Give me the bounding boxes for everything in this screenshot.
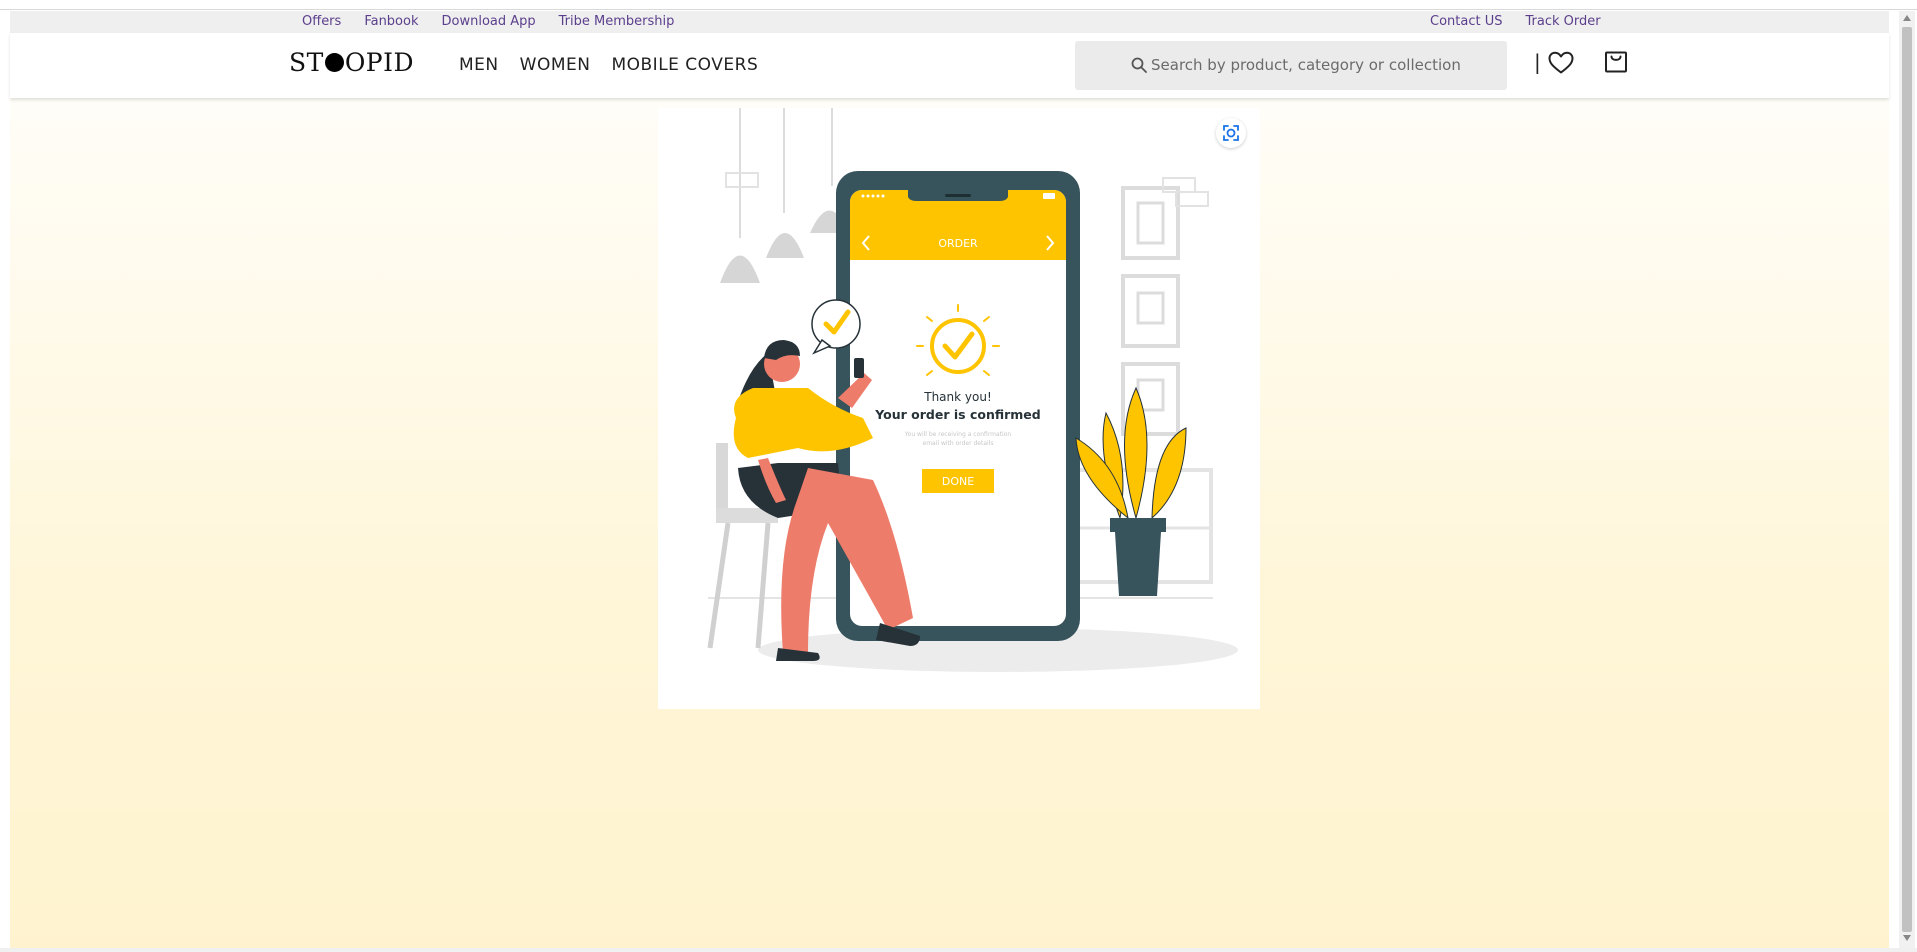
nav-item-men[interactable]: MEN [459, 55, 499, 75]
primary-nav: MEN WOMEN MOBILE COVERS [459, 55, 758, 75]
page-content: ORDER Thank you! Your order is confirmed… [10, 98, 1889, 950]
header-divider: | [1534, 50, 1541, 74]
order-confirmed-text: Your order is confirmed [874, 407, 1040, 422]
done-button-label: DONE [942, 475, 974, 488]
site-logo[interactable]: ST OPID [289, 48, 414, 77]
utility-links-right: Contact US Track Order [1430, 14, 1601, 29]
logo-text-prefix: ST [289, 48, 324, 77]
browser-bottom-edge [0, 948, 1917, 952]
contact-us-link[interactable]: Contact US [1430, 14, 1502, 29]
browser-top-edge [0, 0, 1917, 10]
download-app-link[interactable]: Download App [442, 14, 536, 29]
scroll-down-arrow-icon[interactable] [1903, 935, 1911, 941]
scroll-up-arrow-icon[interactable] [1903, 15, 1911, 21]
visual-search-button[interactable] [1216, 118, 1246, 148]
utility-bar: Offers Fanbook Download App Tribe Member… [10, 11, 1889, 33]
shopping-bag-icon[interactable] [1604, 50, 1628, 74]
order-confirmed-illustration: ORDER Thank you! Your order is confirmed… [658, 108, 1260, 709]
illustration-svg: ORDER Thank you! Your order is confirmed… [707, 108, 1238, 672]
heart-icon[interactable] [1548, 51, 1574, 75]
offers-link[interactable]: Offers [302, 14, 341, 29]
main-header: ST OPID MEN WOMEN MOBILE COVERS | [10, 33, 1889, 98]
utility-links-left: Offers Fanbook Download App Tribe Member… [302, 14, 697, 29]
nav-item-women[interactable]: WOMEN [520, 55, 591, 75]
vertical-scrollbar[interactable] [1899, 11, 1915, 948]
tribe-membership-link[interactable]: Tribe Membership [559, 14, 675, 29]
fine-print-line-1: You will be receiving a confirmation [904, 431, 1012, 438]
search-box[interactable] [1075, 41, 1507, 90]
track-order-link[interactable]: Track Order [1525, 14, 1600, 29]
search-icon [1131, 57, 1147, 73]
search-input[interactable] [1151, 51, 1491, 79]
thank-you-text: Thank you! [923, 390, 992, 404]
visual-search-icon [1223, 125, 1239, 141]
phone-order-label: ORDER [938, 237, 978, 250]
nav-item-mobile-covers[interactable]: MOBILE COVERS [611, 55, 758, 75]
fanbook-link[interactable]: Fanbook [364, 14, 418, 29]
logo-dot [324, 53, 344, 72]
fine-print-line-2: email with order details [923, 440, 994, 447]
scrollbar-thumb[interactable] [1902, 27, 1912, 932]
logo-text-suffix: OPID [344, 48, 415, 77]
